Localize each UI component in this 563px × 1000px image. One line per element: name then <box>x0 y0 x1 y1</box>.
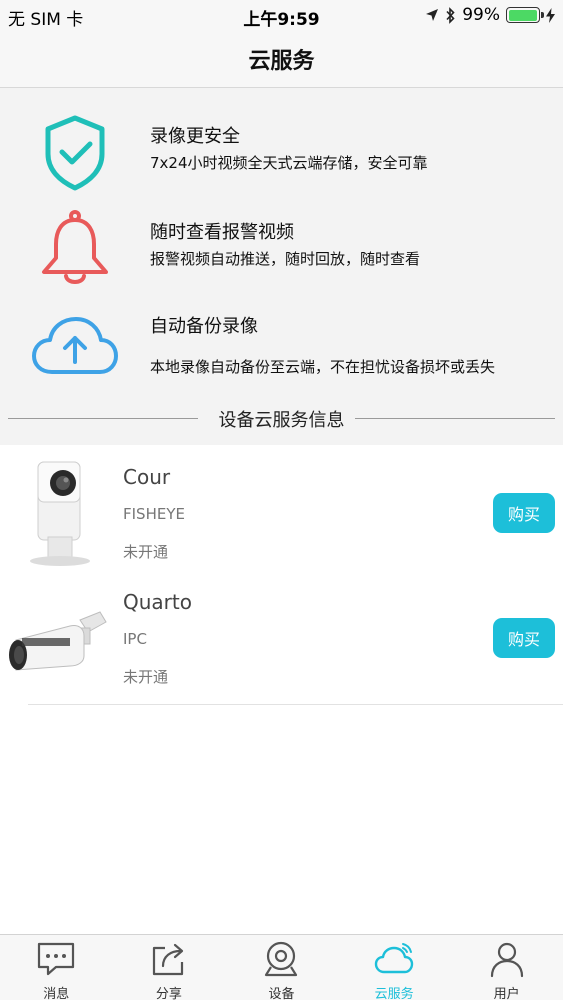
device-status: 未开通 <box>123 668 169 686</box>
device-type: IPC <box>123 630 147 648</box>
device-name: Quarto <box>123 590 192 614</box>
device-name: Cour <box>123 465 171 489</box>
feature-title: 随时查看报警视频 <box>150 222 294 243</box>
feature-desc: 本地录像自动备份至云端，不在担忧设备损坏或丢失 <box>150 358 496 376</box>
cloud-service-screen: 无 SIM 卡 上午9:59 99% 云服务 录像更安全 7x24小时视频全天式… <box>0 0 563 1000</box>
tab-label: 消息 <box>43 987 70 1000</box>
device-row[interactable]: Cour FISHEYE 未开通 购买 <box>0 445 563 580</box>
battery-percent: 99% <box>462 5 500 25</box>
nav-bar: 云服务 <box>0 30 563 88</box>
section-divider: 设备云服务信息 <box>8 406 555 432</box>
share-icon <box>152 943 183 976</box>
row-divider <box>28 704 563 705</box>
cloud-icon <box>374 943 414 974</box>
tab-label: 设备 <box>268 987 295 1000</box>
bluetooth-icon <box>446 6 455 24</box>
tab-user[interactable]: 用户 <box>450 935 563 1000</box>
cloud-upload-icon <box>32 317 118 374</box>
bullet-camera-image <box>9 611 107 671</box>
buy-button[interactable]: 购买 <box>493 618 555 658</box>
device-status: 未开通 <box>123 543 169 561</box>
section-title: 设备云服务信息 <box>8 406 555 432</box>
feature-desc: 报警视频自动推送，随时回放，随时查看 <box>150 250 421 268</box>
device-row[interactable]: Quarto IPC 未开通 购买 <box>0 570 563 705</box>
page-title: 云服务 <box>248 49 315 74</box>
section-title-text: 设备云服务信息 <box>210 410 353 431</box>
tab-label: 云服务 <box>374 987 414 1000</box>
fisheye-camera-image <box>30 461 90 566</box>
status-right: 99% <box>425 5 555 25</box>
buy-button[interactable]: 购买 <box>493 493 555 533</box>
user-icon <box>490 942 523 978</box>
battery-icon <box>506 7 544 23</box>
tab-bar: 消息 分享 设备 云服务 用户 <box>0 934 563 1000</box>
feature-title: 录像更安全 <box>150 126 240 147</box>
tab-label: 用户 <box>493 987 520 1000</box>
tab-messages[interactable]: 消息 <box>0 935 113 1000</box>
feature-desc: 7x24小时视频全天式云端存储，安全可靠 <box>150 154 428 172</box>
tab-share[interactable]: 分享 <box>113 935 226 1000</box>
tab-devices[interactable]: 设备 <box>225 935 338 1000</box>
features-panel: 录像更安全 7x24小时视频全天式云端存储，安全可靠 随时查看报警视频 报警视频… <box>0 88 563 445</box>
bell-icon <box>42 210 108 284</box>
charging-bolt-icon <box>546 7 555 23</box>
device-type: FISHEYE <box>123 505 185 523</box>
location-arrow-icon <box>426 9 439 21</box>
shield-check-icon <box>45 115 105 191</box>
battery-fill <box>508 9 538 21</box>
status-bar: 无 SIM 卡 上午9:59 99% <box>0 0 563 30</box>
feature-title: 自动备份录像 <box>150 316 258 337</box>
tab-cloud-service[interactable]: 云服务 <box>338 935 451 1000</box>
message-icon <box>38 942 75 976</box>
camera-icon <box>265 941 298 977</box>
tab-label: 分享 <box>155 987 182 1000</box>
